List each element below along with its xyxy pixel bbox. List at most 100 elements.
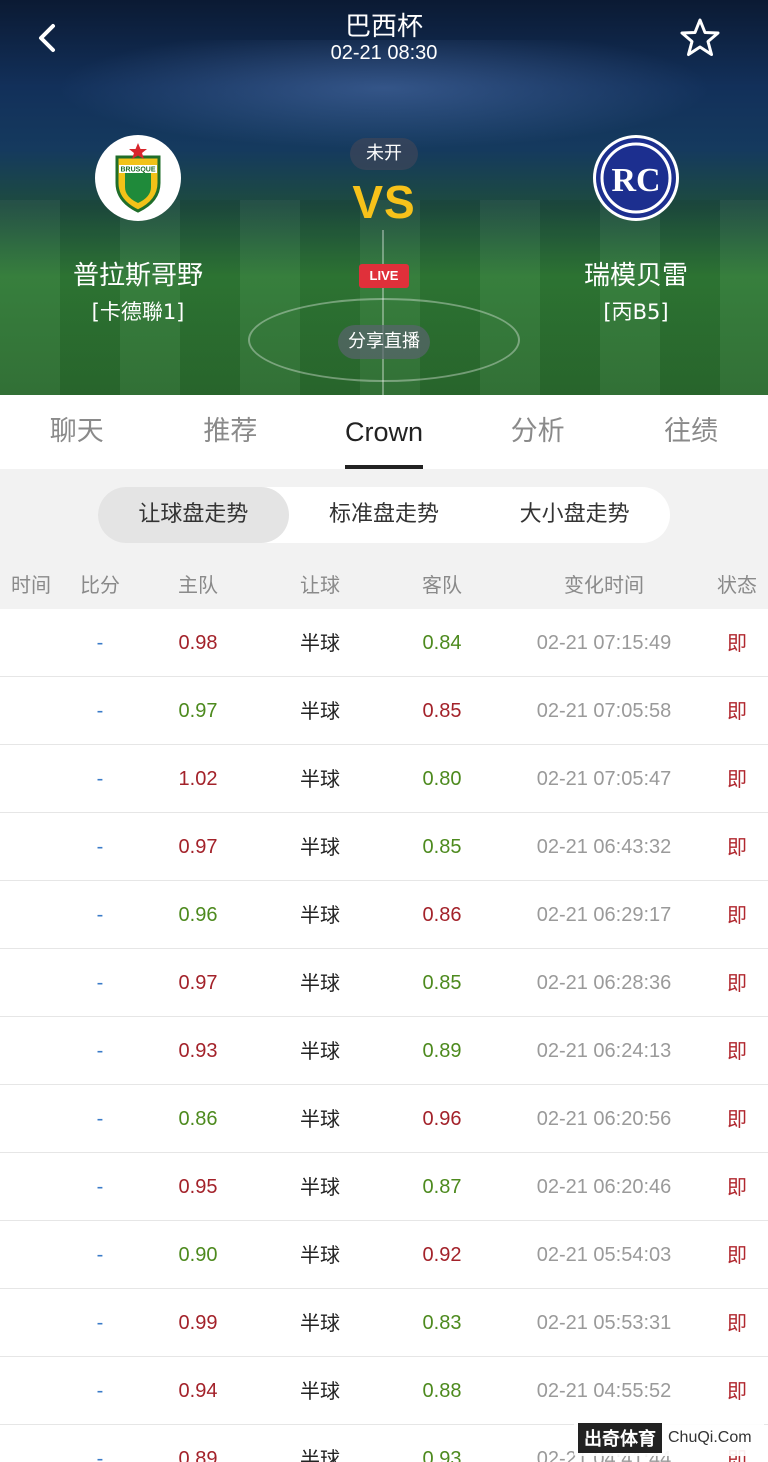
- tab-history[interactable]: 往绩: [614, 395, 768, 469]
- odds-table-body: - 0.98 半球 0.84 02-21 07:15:49 即 - 0.97 半球 0.85 02-…: [0, 609, 768, 1462]
- row-state: 即: [727, 1379, 747, 1403]
- row-state: 即: [727, 1311, 747, 1335]
- row-score: -: [96, 768, 104, 790]
- row-home-odds: 0.86: [178, 1108, 218, 1130]
- tab-crown[interactable]: Crown: [307, 395, 461, 469]
- row-time: [0, 881, 62, 949]
- header-away: 客队: [422, 573, 462, 597]
- table-row[interactable]: - 0.99 半球 0.83 02-21 05:53:31 即: [0, 1289, 768, 1357]
- table-row[interactable]: - 0.97 半球 0.85 02-21 07:05:58 即: [0, 677, 768, 745]
- away-logo-text: RC: [611, 162, 660, 199]
- row-away-odds: 0.96: [422, 1108, 462, 1130]
- row-handicap: 半球: [300, 1175, 340, 1199]
- row-score: -: [96, 972, 104, 994]
- row-change-time: 02-21 06:20:56: [536, 1108, 672, 1130]
- row-handicap: 半球: [300, 1379, 340, 1403]
- table-row[interactable]: - 0.90 半球 0.92 02-21 05:54:03 即: [0, 1221, 768, 1289]
- table-row[interactable]: - 0.93 半球 0.89 02-21 06:24:13 即: [0, 1017, 768, 1085]
- match-page: 巴西杯 02-21 08:30 BRUSQUE 普拉斯哥野 [卡德聯1] 未开: [0, 0, 768, 1462]
- table-row[interactable]: - 0.94 半球 0.88 02-21 04:55:52 即: [0, 1357, 768, 1425]
- row-state: 即: [727, 1107, 747, 1131]
- row-state: 即: [727, 1175, 747, 1199]
- row-away-odds: 0.86: [422, 904, 462, 926]
- home-team-name: 普拉斯哥野: [72, 261, 203, 291]
- row-time: [0, 949, 62, 1017]
- row-home-odds: 0.94: [178, 1380, 218, 1402]
- favorite-button[interactable]: [678, 16, 722, 60]
- row-home-odds: 0.93: [178, 1040, 218, 1062]
- row-score: -: [96, 1312, 104, 1334]
- row-change-time: 02-21 07:05:47: [536, 768, 672, 790]
- row-state: 即: [727, 835, 747, 859]
- row-away-odds: 0.85: [422, 972, 462, 994]
- row-time: [0, 745, 62, 813]
- row-handicap: 半球: [300, 1447, 340, 1462]
- row-home-odds: 0.97: [178, 700, 218, 722]
- row-handicap: 半球: [300, 1039, 340, 1063]
- row-handicap: 半球: [300, 631, 340, 655]
- live-badge[interactable]: LIVE: [359, 264, 409, 288]
- row-away-odds: 0.88: [422, 1380, 462, 1402]
- tab-chat[interactable]: 聊天: [0, 395, 154, 469]
- row-state: 即: [727, 1243, 747, 1267]
- header-state: 状态: [717, 573, 757, 597]
- row-time: [0, 1221, 62, 1289]
- row-handicap: 半球: [300, 835, 340, 859]
- row-change-time: 02-21 07:05:58: [536, 700, 672, 722]
- row-handicap: 半球: [300, 1107, 340, 1131]
- tab-recommend[interactable]: 推荐: [154, 395, 308, 469]
- row-change-time: 02-21 06:28:36: [536, 972, 672, 994]
- segment-over-under-trend[interactable]: 大小盘走势: [479, 487, 670, 543]
- header-home: 主队: [178, 573, 218, 597]
- table-row[interactable]: - 0.96 半球 0.86 02-21 06:29:17 即: [0, 881, 768, 949]
- row-time: [0, 1357, 62, 1425]
- row-state: 即: [727, 903, 747, 927]
- row-away-odds: 0.93: [422, 1448, 462, 1462]
- watermark: 出奇体育 ChuQi.Com: [574, 1420, 764, 1456]
- away-team[interactable]: RC 瑞模贝雷 [丙B5]: [516, 135, 756, 326]
- table-row[interactable]: - 0.86 半球 0.96 02-21 06:20:56 即: [0, 1085, 768, 1153]
- home-team-league: [卡德聯1]: [91, 300, 185, 324]
- row-time: [0, 1289, 62, 1357]
- tab-analysis[interactable]: 分析: [461, 395, 615, 469]
- row-state: 即: [727, 971, 747, 995]
- row-score: -: [96, 1108, 104, 1130]
- row-time: [0, 1085, 62, 1153]
- row-change-time: 02-21 05:54:03: [536, 1244, 672, 1266]
- odds-table-header: 时间 比分 主队 让球 客队 变化时间 状态: [0, 561, 768, 609]
- table-row[interactable]: - 0.95 半球 0.87 02-21 06:20:46 即: [0, 1153, 768, 1221]
- row-home-odds: 0.89: [178, 1448, 218, 1462]
- table-row[interactable]: - 0.97 半球 0.85 02-21 06:43:32 即: [0, 813, 768, 881]
- away-team-name: 瑞模贝雷: [583, 261, 688, 291]
- table-row[interactable]: - 1.02 半球 0.80 02-21 07:05:47 即: [0, 745, 768, 813]
- row-score: -: [96, 836, 104, 858]
- row-handicap: 半球: [300, 1311, 340, 1335]
- row-score: -: [96, 632, 104, 654]
- share-live-button[interactable]: 分享直播: [338, 325, 430, 359]
- row-away-odds: 0.80: [422, 768, 462, 790]
- row-handicap: 半球: [300, 971, 340, 995]
- segment-standard-trend[interactable]: 标准盘走势: [289, 487, 480, 543]
- home-team[interactable]: BRUSQUE 普拉斯哥野 [卡德聯1]: [18, 135, 258, 326]
- row-home-odds: 0.96: [178, 904, 218, 926]
- row-time: [0, 1153, 62, 1221]
- row-home-odds: 0.99: [178, 1312, 218, 1334]
- row-away-odds: 0.83: [422, 1312, 462, 1334]
- row-away-odds: 0.84: [422, 632, 462, 654]
- away-team-league: [丙B5]: [603, 300, 669, 324]
- row-time: [0, 1425, 62, 1462]
- table-row[interactable]: - 0.98 半球 0.84 02-21 07:15:49 即: [0, 609, 768, 677]
- row-change-time: 02-21 06:20:46: [536, 1176, 672, 1198]
- row-state: 即: [727, 767, 747, 791]
- segment-handicap-trend[interactable]: 让球盘走势: [98, 487, 289, 543]
- star-icon: [680, 18, 720, 56]
- odds-type-selector: 让球盘走势 标准盘走势 大小盘走势: [98, 487, 670, 543]
- away-team-logo: RC: [593, 135, 679, 221]
- row-change-time: 02-21 07:15:49: [536, 632, 672, 654]
- remo-crest-icon: RC: [596, 138, 676, 218]
- row-handicap: 半球: [300, 1243, 340, 1267]
- table-row[interactable]: - 0.97 半球 0.85 02-21 06:28:36 即: [0, 949, 768, 1017]
- row-handicap: 半球: [300, 699, 340, 723]
- row-score: -: [96, 700, 104, 722]
- row-away-odds: 0.87: [422, 1176, 462, 1198]
